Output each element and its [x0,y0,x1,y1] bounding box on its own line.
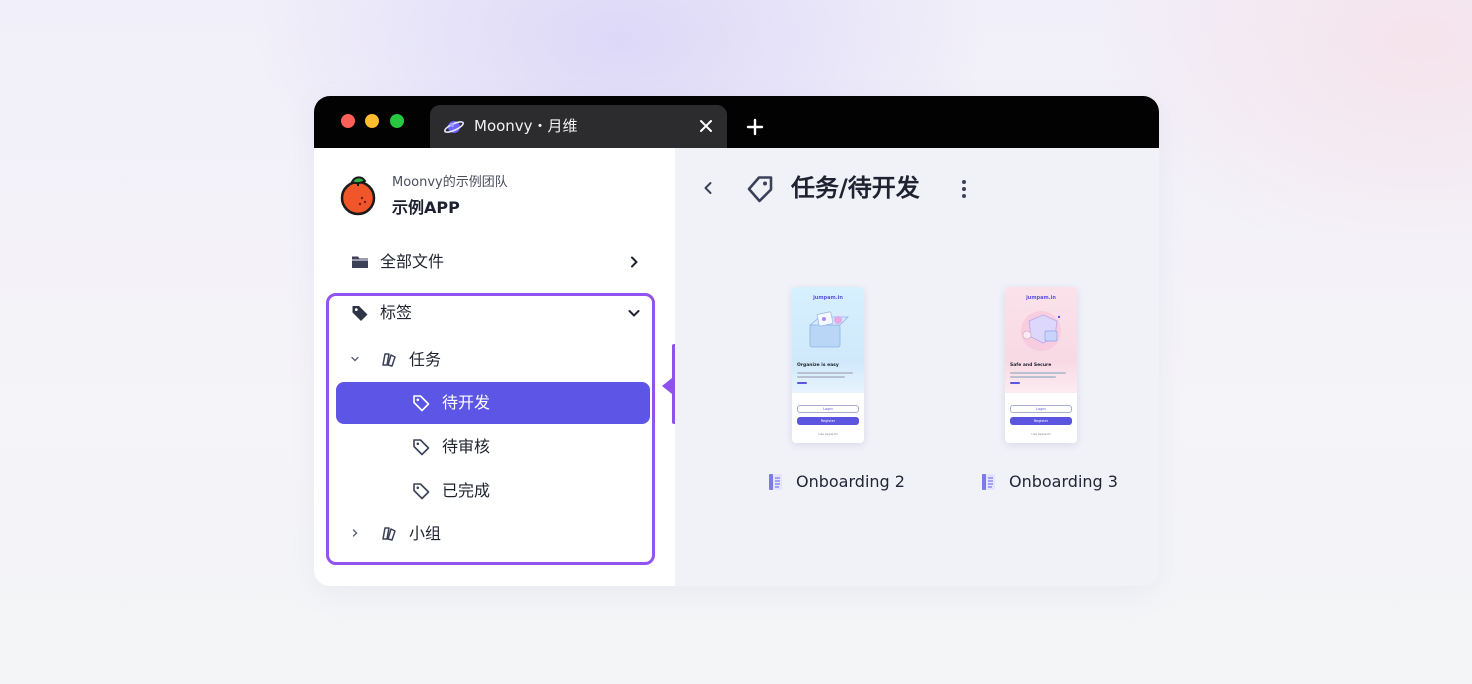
orange-logo-icon [340,176,376,216]
thumb-heading: Safe and Secure [1010,363,1052,368]
chevron-right-icon [631,256,638,268]
caret-down-icon [351,356,359,362]
tree-item-pending-review[interactable]: 待审核 [336,426,650,468]
sidebar-item-all-files[interactable]: 全部文件 [336,242,638,282]
callout-pointer [662,378,672,394]
thumb-brand: jumpam.in [1026,295,1056,301]
app-name[interactable]: 示例APP [392,194,460,218]
tree-item-label: 待开发 [442,393,491,412]
maximize-window-button[interactable] [390,114,404,128]
tab-title: Moonvy・月维 [474,117,578,135]
caret-right-icon [352,529,358,537]
sidebar-item-tags[interactable]: 标签 [336,293,640,333]
folder-icon [352,256,368,268]
tag-icon [747,176,773,203]
thumb-login: Login [797,405,859,413]
sidebar-item-label: 全部文件 [380,252,445,271]
more-vertical-icon[interactable] [955,178,973,200]
file-thumbnail: jumpam.in Safe and Secure Login Register… [1005,287,1077,443]
thumb-register: Register [797,417,859,425]
shield-illustration-icon [1021,311,1061,351]
sidebar: Moonvy的示例团队 示例APP 全部文件 标签 任务 待开发 待审核 已完成… [314,148,714,586]
tags-group-icon [382,353,396,367]
tree-item-label: 小组 [409,524,442,543]
sidebar-item-label: 标签 [380,303,413,322]
plus-icon[interactable] [744,116,766,138]
file-card-onboarding-2[interactable]: jumpam.in Organize is easy Login Registe… [765,287,915,497]
minimize-window-button[interactable] [365,114,379,128]
tag-icon [413,483,430,500]
tag-icon [413,439,430,456]
tree-item-todo-dev[interactable]: 待开发 [336,382,650,424]
tree-item-label: 任务 [409,350,442,369]
tag-icon [413,395,430,412]
tree-item-groups[interactable]: 小组 [336,513,650,555]
close-window-button[interactable] [341,114,355,128]
box-illustration-icon [808,311,849,348]
thumb-heading: Organize is easy [797,363,839,368]
browser-tab[interactable]: Moonvy・月维 [430,105,727,148]
close-icon[interactable] [697,117,715,135]
tags-group-icon [382,527,396,541]
app-window: Moonvy・月维 Moonvy的示例团队 示例APP 全部文件 标签 任务 待… [314,96,1159,586]
tree-item-completed[interactable]: 已完成 [336,470,650,512]
tree-item-label: 已完成 [442,481,491,500]
file-name: Onboarding 2 [796,472,905,491]
document-icon [982,474,995,490]
thumb-foot: Use Apple ID [818,432,838,436]
chevron-down-icon [628,310,640,317]
planet-icon [444,121,464,133]
file-label: Onboarding 3 [978,471,1128,493]
thumb-login: Login [1010,405,1072,413]
tree-item-label: 待审核 [442,437,491,456]
main-panel: 任务/待开发 jumpam.in Organize is easy Login … [675,148,1159,586]
thumb-foot: Use Apple ID [1031,432,1051,436]
thumb-brand: jumpam.in [813,295,843,301]
browser-titlebar: Moonvy・月维 [314,96,1159,148]
back-icon[interactable] [701,179,715,197]
thumb-register: Register [1010,417,1072,425]
file-thumbnail: jumpam.in Organize is easy Login Registe… [792,287,864,443]
file-card-onboarding-3[interactable]: jumpam.in Safe and Secure Login Register… [978,287,1128,497]
page-title: 任务/待开发 [791,174,920,202]
tag-filled-icon [352,306,368,321]
file-label: Onboarding 2 [765,471,915,493]
file-name: Onboarding 3 [1009,472,1118,491]
document-icon [769,474,782,490]
team-name: Moonvy的示例团队 [392,175,508,190]
tree-item-tasks[interactable]: 任务 [336,339,650,381]
